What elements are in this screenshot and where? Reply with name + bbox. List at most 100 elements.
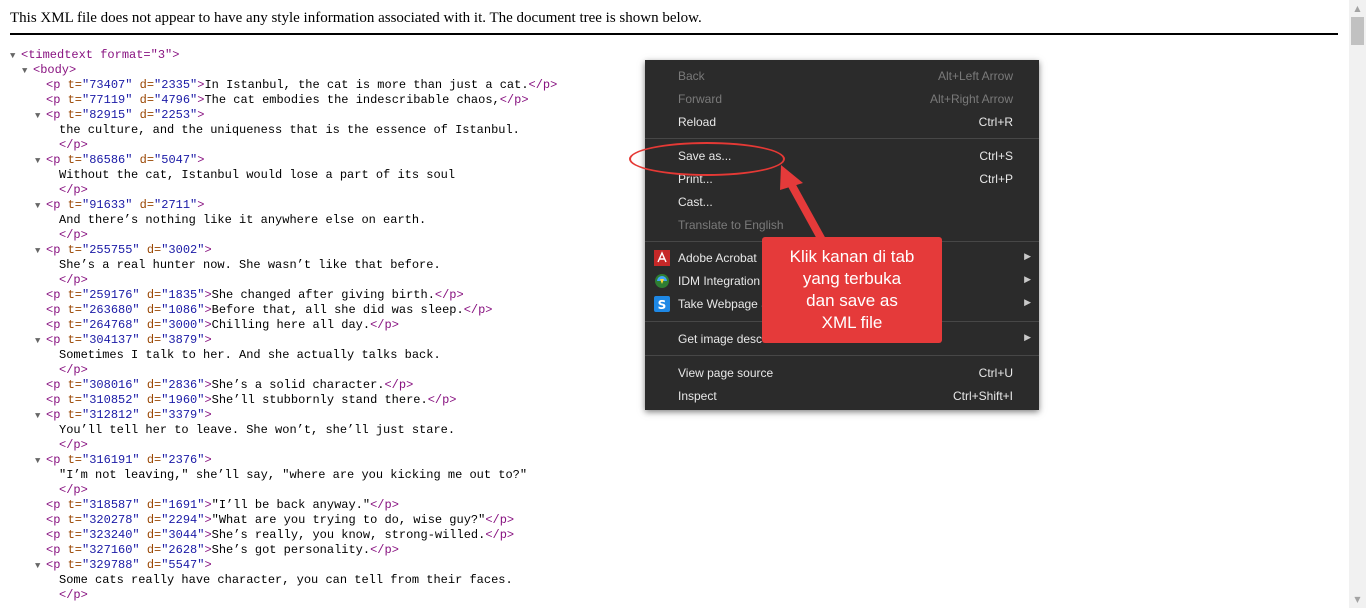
xml-close-tag: </p> [59,228,88,242]
xml-attr-name: t= [67,528,83,542]
xml-line-paragraph-close: </p> [0,588,1340,603]
xml-body-open-tag: <body> [33,63,77,77]
xml-tag: > [204,558,212,572]
menu-item-label: Reload [678,115,717,129]
xml-attr-value: "320278" [82,513,140,527]
scroll-up-arrow-icon[interactable]: ▲ [1349,0,1366,17]
xml-close-tag: </p> [59,438,88,452]
xml-attr-value: "263680" [82,303,140,317]
xml-attr-name: t= [67,513,83,527]
collapse-triangle-icon[interactable]: ▼ [35,244,46,259]
xml-close-tag: </p> [427,393,457,407]
xml-attr-value: "329788" [82,558,140,572]
xml-tag [140,453,147,467]
xml-text-content: She’ll stubbornly stand there. [211,393,428,407]
menu-item-translate[interactable]: Translate to English [645,214,1039,237]
menu-item-label: Inspect [678,389,717,403]
xml-attr-name: d= [146,498,162,512]
xml-attr-name: d= [146,378,162,392]
xml-close-tag: </p> [59,273,88,287]
xml-line-paragraph-open: ▼ <p t="312812" d="3379"> [0,408,1340,423]
collapse-triangle-icon[interactable]: ▼ [35,334,46,349]
menu-item-view-page-source[interactable]: View page source Ctrl+U [645,362,1039,385]
xml-tag: <p [46,153,68,167]
xml-tag: > [197,198,205,212]
xml-attr-value: "3044" [161,528,205,542]
xml-tag: > [204,243,212,257]
xml-text-content: In Istanbul, the cat is more than just a… [204,78,529,92]
xml-attr-name: d= [146,558,162,572]
xml-attr-value: "5047" [154,153,198,167]
xml-tag: > [204,333,212,347]
xml-attr-name: t= [67,393,83,407]
menu-item-cast[interactable]: Cast... [645,191,1039,214]
xml-attr-name: t= [67,108,83,122]
menu-item-label: Translate to English [678,218,784,232]
menu-item-back[interactable]: Back Alt+Left Arrow [645,65,1039,88]
submenu-arrow-icon: ▶ [1024,297,1031,307]
xml-attr-value: "1691" [161,498,205,512]
xml-line-paragraph: <p t="323240" d="3044">She’s really, you… [0,528,1340,543]
xml-attr-name: t= [67,378,83,392]
menu-item-inspect[interactable]: Inspect Ctrl+Shift+I [645,385,1039,408]
xml-attr-value: "2711" [154,198,198,212]
xml-attr-name: t= [67,558,83,572]
submenu-arrow-icon: ▶ [1024,332,1031,342]
scrollbar-thumb[interactable] [1351,17,1364,45]
xml-attr-value: "2836" [161,378,205,392]
xml-text-content: "What are you trying to do, wise guy?" [211,513,486,527]
xml-attr-name: d= [146,393,162,407]
xml-tag: <p [46,558,68,572]
xml-attr-name: t= [67,408,83,422]
xml-tag: <p [46,378,68,392]
xml-line-paragraph-open: ▼ <p t="316191" d="2376"> [0,453,1340,468]
xml-attr-value: "3000" [161,318,205,332]
submenu-arrow-icon: ▶ [1024,274,1031,284]
menu-item-forward[interactable]: Forward Alt+Right Arrow [645,88,1039,111]
xml-tag: > [204,543,212,557]
xml-text-content: She’s a real hunter now. She wasn’t like… [59,258,441,272]
vertical-scrollbar[interactable]: ▲ ▼ [1349,0,1366,608]
xml-tag: <p [46,453,68,467]
xml-attr-value: "3379" [161,408,205,422]
xml-line-paragraph-close: </p> [0,438,1340,453]
idm-icon [655,274,669,288]
xml-tag [132,93,139,107]
xml-tag: > [204,318,212,332]
xml-attr-name: d= [146,408,162,422]
xml-attr-name: t= [67,243,83,257]
collapse-triangle-icon[interactable]: ▼ [22,64,33,79]
collapse-triangle-icon[interactable]: ▼ [35,454,46,469]
menu-item-label: Cast... [678,195,713,209]
xml-tag: > [204,393,212,407]
xml-close-tag: </p> [59,588,88,602]
xml-line-paragraph-text: You’ll tell her to leave. She won’t, she… [0,423,1340,438]
xml-close-tag: </p> [528,78,558,92]
xml-close-tag: </p> [434,288,464,302]
xml-line-paragraph-text: Some cats really have character, you can… [0,573,1340,588]
xml-attr-value: "308016" [82,378,140,392]
menu-separator [645,355,1039,356]
xml-attr-value: "1835" [161,288,205,302]
xml-tag: > [197,108,205,122]
xml-text-content: She changed after giving birth. [211,288,435,302]
collapse-triangle-icon[interactable]: ▼ [10,49,21,64]
xml-tag [140,408,147,422]
xml-attr-value: "1960" [161,393,205,407]
menu-item-reload[interactable]: Reload Ctrl+R [645,111,1039,134]
xml-attr-name: d= [139,78,155,92]
scroll-down-arrow-icon[interactable]: ▼ [1349,591,1366,608]
xml-close-tag: </p> [59,483,88,497]
xml-attr-name: d= [139,198,155,212]
collapse-triangle-icon[interactable]: ▼ [35,154,46,169]
xml-tag: > [204,528,212,542]
xml-tag: <p [46,393,68,407]
xml-attr-name: t= [67,153,83,167]
collapse-triangle-icon[interactable]: ▼ [35,409,46,424]
xml-tag: <p [46,93,68,107]
collapse-triangle-icon[interactable]: ▼ [35,109,46,124]
xml-attr-value: "255755" [82,243,140,257]
menu-item-label: Take Webpage S [678,297,770,311]
collapse-triangle-icon[interactable]: ▼ [35,559,46,574]
collapse-triangle-icon[interactable]: ▼ [35,199,46,214]
